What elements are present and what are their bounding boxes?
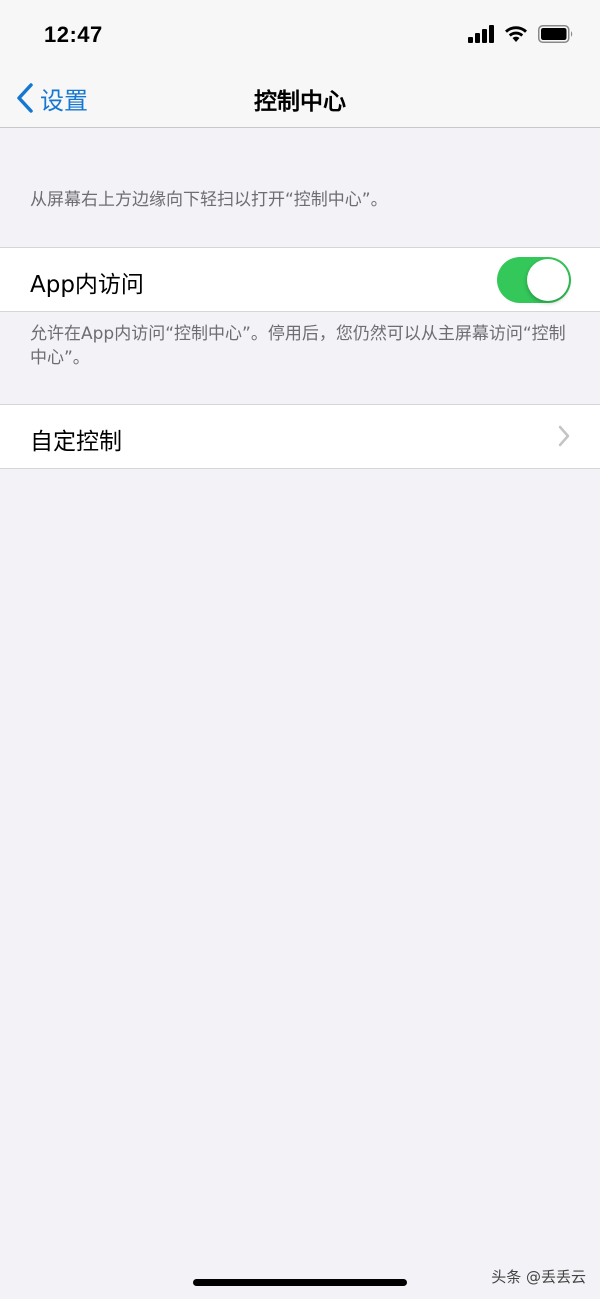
home-indicator[interactable] (193, 1279, 407, 1286)
status-icons (468, 25, 574, 43)
in-app-access-label: App内访问 (30, 272, 144, 298)
toggle-knob (527, 259, 569, 301)
page-title: 控制中心 (254, 89, 346, 115)
in-app-access-row: App内访问 (0, 247, 600, 312)
customize-controls-row[interactable]: 自定控制 (0, 404, 600, 469)
chevron-right-icon (558, 425, 570, 447)
in-app-access-note: 允许在App内访问“控制中心”。停用后，您仍然可以从主屏幕访问“控制中心”。 (30, 324, 566, 368)
navigation-bar: 设置 控制中心 (0, 70, 600, 128)
cellular-signal-icon (468, 25, 494, 43)
wifi-icon (505, 26, 527, 42)
status-time: 12:47 (44, 22, 103, 47)
battery-icon (538, 25, 573, 43)
control-center-hint: 从屏幕右上方边缘向下轻扫以打开“控制中心”。 (30, 190, 388, 210)
status-bar: 12:47 (0, 0, 600, 70)
watermark: 头条 @丢丢云 (491, 1268, 586, 1286)
customize-controls-label: 自定控制 (30, 429, 122, 455)
in-app-access-toggle[interactable] (497, 257, 571, 303)
